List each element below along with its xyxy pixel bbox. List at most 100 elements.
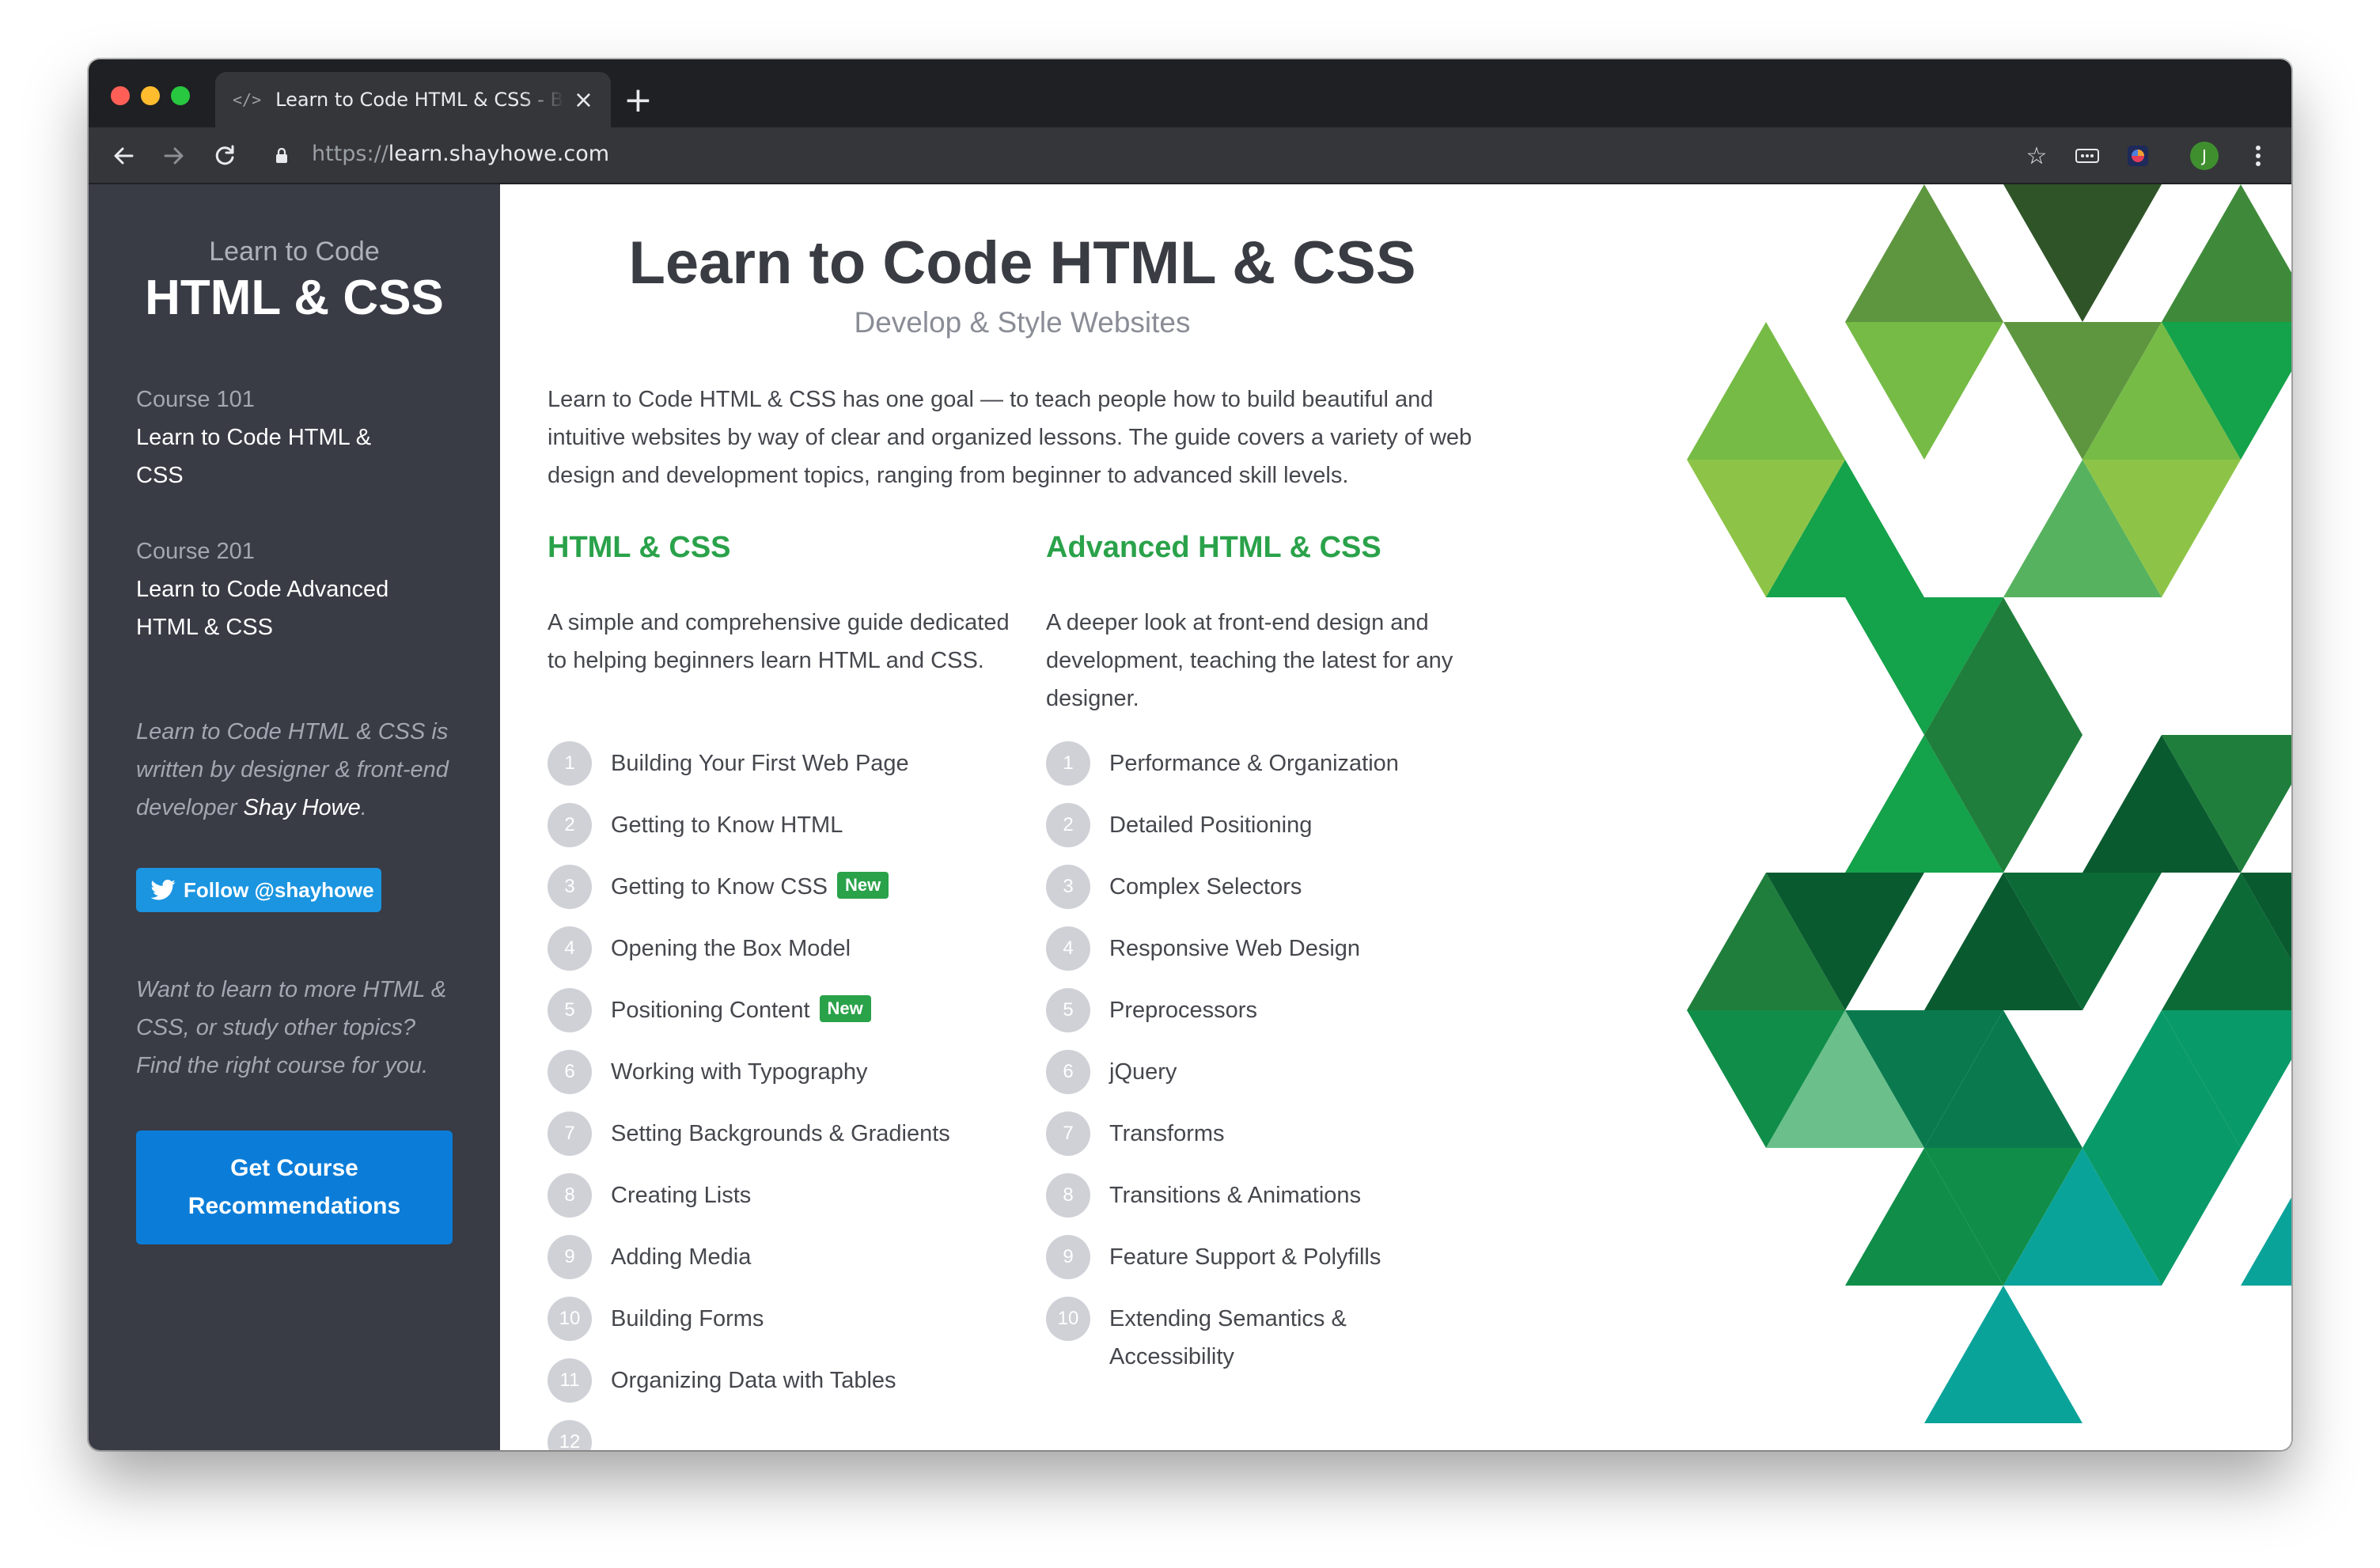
- lesson-title[interactable]: Building Forms: [611, 1306, 764, 1331]
- follow-twitter-button[interactable]: Follow @shayhowe: [136, 868, 381, 912]
- close-tab-icon[interactable]: ×: [574, 86, 593, 114]
- lesson-item[interactable]: 3 Complex Selectors: [1046, 865, 1513, 930]
- lesson-title[interactable]: Transitions & Animations: [1109, 1183, 1361, 1208]
- address-bar[interactable]: https://learn.shayhowe.com: [312, 142, 609, 166]
- lesson-title-wrap: Adding Media: [611, 1238, 751, 1276]
- lesson-number-badge: 10: [1046, 1297, 1090, 1341]
- lesson-item[interactable]: 1 Building Your First Web Page: [548, 741, 1014, 806]
- lesson-item[interactable]: 7 Transforms: [1046, 1112, 1513, 1176]
- lesson-item[interactable]: 2 Detailed Positioning: [1046, 803, 1513, 868]
- lesson-title[interactable]: Building Your First Web Page: [611, 751, 909, 776]
- lesson-title[interactable]: Getting to Know HTML: [611, 812, 843, 838]
- bookmark-star-icon[interactable]: ☆: [2019, 138, 2054, 173]
- art-triangle: [1687, 322, 1845, 460]
- lesson-title-wrap: Opening the Box Model: [611, 930, 851, 968]
- lesson-item[interactable]: 10 Extending Semantics & Accessibility: [1046, 1297, 1513, 1376]
- profile-avatar[interactable]: J: [2190, 142, 2219, 170]
- twitter-bird-icon: [150, 880, 176, 900]
- sidebar-course-201[interactable]: Course 201 Learn to Code Advanced HTML &…: [136, 532, 421, 646]
- lesson-title[interactable]: Adding Media: [611, 1244, 751, 1270]
- browser-toolbar: https://learn.shayhowe.com ☆ J: [89, 127, 2291, 184]
- lesson-title[interactable]: Complex Selectors: [1109, 874, 1302, 900]
- lesson-title-wrap: Building Your First Web Page: [611, 744, 909, 782]
- course-name[interactable]: Learn to Code HTML & CSS: [136, 419, 421, 494]
- lesson-title-wrap: Responsive Web Design: [1109, 930, 1360, 968]
- sidebar-more-text: Want to learn to more HTML & CSS, or stu…: [136, 977, 447, 1078]
- main-content: Learn to Code HTML & CSS Develop & Style…: [500, 184, 1845, 1450]
- url-scheme: https://: [312, 142, 388, 166]
- get-course-recommendations-button[interactable]: Get Course Recommendations: [136, 1131, 453, 1244]
- lesson-title[interactable]: jQuery: [1109, 1059, 1177, 1085]
- lesson-item[interactable]: 12: [548, 1420, 1014, 1450]
- beginner-course-heading[interactable]: HTML & CSS: [548, 528, 1014, 594]
- lesson-title[interactable]: Working with Typography: [611, 1059, 868, 1085]
- lesson-item[interactable]: 4 Responsive Web Design: [1046, 926, 1513, 991]
- extension-menu-icon[interactable]: [2070, 138, 2105, 173]
- lesson-number-badge: 2: [548, 803, 592, 847]
- lesson-item[interactable]: 1 Performance & Organization: [1046, 741, 1513, 806]
- lesson-title[interactable]: Responsive Web Design: [1109, 936, 1360, 961]
- kebab-menu-icon[interactable]: [2241, 138, 2276, 173]
- lesson-title-wrap: Creating Lists: [611, 1176, 751, 1214]
- lesson-number-badge: 1: [548, 741, 592, 786]
- lesson-item[interactable]: 3 Getting to Know CSS New: [548, 865, 1014, 930]
- lesson-title[interactable]: Positioning Content: [611, 998, 810, 1023]
- lesson-title-wrap: Working with Typography: [611, 1053, 868, 1091]
- lesson-title[interactable]: Setting Backgrounds & Gradients: [611, 1121, 950, 1146]
- url-host: learn.shayhowe.com: [388, 142, 610, 166]
- lesson-number-badge: 6: [548, 1050, 592, 1094]
- lesson-item[interactable]: 6 Working with Typography: [548, 1050, 1014, 1115]
- lesson-title[interactable]: Opening the Box Model: [611, 936, 851, 961]
- lesson-title-wrap: Performance & Organization: [1109, 744, 1399, 782]
- author-link[interactable]: Shay Howe: [243, 795, 360, 820]
- lesson-number-badge: 4: [1046, 926, 1090, 971]
- lesson-item[interactable]: 5 Positioning Content New: [548, 988, 1014, 1053]
- course-label: Course 101: [136, 387, 255, 412]
- art-triangle: [2241, 1197, 2291, 1286]
- back-arrow-icon[interactable]: [104, 137, 142, 175]
- lesson-title[interactable]: Organizing Data with Tables: [611, 1368, 896, 1393]
- lesson-item[interactable]: 5 Preprocessors: [1046, 988, 1513, 1053]
- lesson-item[interactable]: 4 Opening the Box Model: [548, 926, 1014, 991]
- course-name[interactable]: Learn to Code Advanced HTML & CSS: [136, 570, 421, 646]
- lesson-title[interactable]: Transforms: [1109, 1121, 1225, 1146]
- beginner-lesson-list: 1 Building Your First Web Page 2 Getting to…: [548, 741, 1014, 1450]
- lesson-title[interactable]: Feature Support & Polyfills: [1109, 1244, 1381, 1270]
- lesson-item[interactable]: 8 Transitions & Animations: [1046, 1173, 1513, 1238]
- lesson-item[interactable]: 8 Creating Lists: [548, 1173, 1014, 1238]
- reload-icon[interactable]: [206, 137, 244, 175]
- new-tab-icon[interactable]: +: [623, 77, 653, 124]
- minimize-window-button[interactable]: [141, 86, 160, 105]
- maximize-window-button[interactable]: [171, 86, 190, 105]
- sidebar-title[interactable]: HTML & CSS: [89, 270, 500, 326]
- lesson-title[interactable]: Extending Semantics & Accessibility: [1109, 1306, 1347, 1369]
- lesson-item[interactable]: 10 Building Forms: [548, 1297, 1014, 1362]
- lesson-item[interactable]: 11 Organizing Data with Tables: [548, 1358, 1014, 1423]
- lesson-title[interactable]: Getting to Know CSS: [611, 874, 828, 900]
- close-window-button[interactable]: [111, 86, 130, 105]
- advanced-course-description: A deeper look at front-end design and de…: [1046, 610, 1453, 711]
- lesson-number-badge: 12: [548, 1420, 592, 1450]
- lock-icon: [276, 148, 287, 163]
- lesson-title[interactable]: Creating Lists: [611, 1183, 751, 1208]
- new-badge: New: [837, 872, 889, 899]
- advanced-course-heading[interactable]: Advanced HTML & CSS: [1046, 528, 1513, 594]
- browser-tab[interactable]: </> Learn to Code HTML & CSS - Beginner …: [215, 72, 611, 127]
- lesson-title-wrap: Positioning Content New: [611, 991, 871, 1029]
- color-extension-icon[interactable]: [2120, 138, 2155, 173]
- lesson-number-badge: 11: [548, 1358, 592, 1403]
- lesson-title-wrap: Setting Backgrounds & Gradients: [611, 1115, 950, 1153]
- forward-arrow-icon[interactable]: [155, 137, 193, 175]
- sidebar-course-101[interactable]: Course 101 Learn to Code HTML & CSS: [136, 381, 421, 494]
- lesson-title[interactable]: Preprocessors: [1109, 998, 1257, 1023]
- lesson-title[interactable]: Detailed Positioning: [1109, 812, 1312, 838]
- lesson-number-badge: 6: [1046, 1050, 1090, 1094]
- lesson-item[interactable]: 9 Feature Support & Polyfills: [1046, 1235, 1513, 1300]
- lesson-number-badge: 9: [1046, 1235, 1090, 1279]
- lesson-item[interactable]: 7 Setting Backgrounds & Gradients: [548, 1112, 1014, 1176]
- lesson-item[interactable]: 2 Getting to Know HTML: [548, 803, 1014, 868]
- lesson-title[interactable]: Performance & Organization: [1109, 751, 1399, 776]
- lesson-item[interactable]: 6 jQuery: [1046, 1050, 1513, 1115]
- lesson-item[interactable]: 9 Adding Media: [548, 1235, 1014, 1300]
- lesson-number-badge: 10: [548, 1297, 592, 1341]
